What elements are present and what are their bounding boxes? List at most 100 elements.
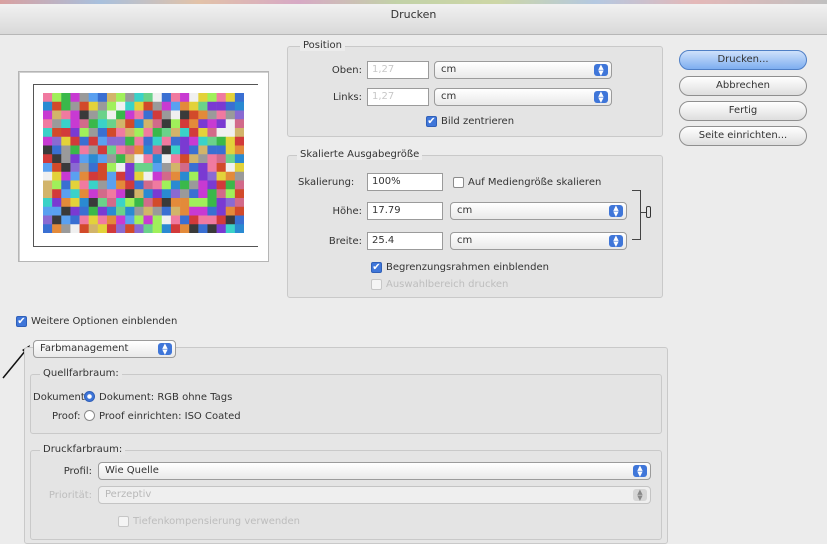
color-patch [88, 101, 99, 111]
color-patch [152, 180, 163, 190]
color-patch [134, 145, 144, 155]
color-patch [143, 215, 153, 225]
color-patch [216, 154, 227, 164]
color-patch [234, 198, 244, 208]
color-patch [143, 119, 153, 129]
print-selection-checkbox[interactable] [371, 279, 382, 290]
print-button[interactable]: Drucken... [679, 50, 807, 70]
height-unit-select[interactable]: cm ▲ ▼ [450, 202, 627, 220]
color-patch [234, 180, 244, 190]
color-patch [79, 136, 89, 146]
color-patch [198, 136, 208, 146]
color-patch [52, 128, 62, 138]
center-image-checkbox[interactable]: ✔ [426, 116, 437, 127]
color-patch [198, 154, 208, 164]
color-patch [97, 136, 108, 146]
color-patch [88, 198, 99, 208]
color-patch [189, 136, 199, 146]
left-input[interactable]: 1,27 [367, 88, 429, 106]
page-setup-button[interactable]: Seite einrichten... [679, 126, 807, 146]
proof-radio[interactable] [84, 410, 95, 421]
color-patch [216, 93, 227, 103]
color-patch [43, 119, 53, 129]
color-patch [161, 128, 172, 138]
color-patch [216, 110, 227, 120]
color-patch [207, 171, 217, 181]
color-patch [225, 171, 236, 181]
color-patch [61, 110, 71, 120]
color-patch [198, 224, 208, 233]
profile-select[interactable]: Wie Quelle ▲ ▼ [98, 462, 651, 480]
color-patch [43, 136, 53, 146]
color-patch [189, 224, 199, 233]
color-patch [106, 119, 117, 129]
color-patch [207, 145, 217, 155]
color-patch [207, 180, 217, 190]
color-patch [161, 145, 172, 155]
color-patch [70, 206, 80, 216]
priority-select[interactable]: Perzeptiv ▲ ▼ [98, 486, 651, 504]
color-patch [52, 180, 62, 190]
color-patch [52, 224, 62, 233]
color-patch [143, 206, 153, 216]
fit-media-checkbox[interactable] [453, 177, 464, 188]
mode-select[interactable]: Farbmanagement ▲ ▼ [33, 340, 176, 358]
color-patch [106, 189, 117, 199]
top-unit-select[interactable]: cm ▲ ▼ [434, 61, 612, 79]
color-patch [170, 206, 181, 216]
scale-input[interactable]: 100% [367, 173, 443, 191]
document-label: Dokument: [33, 392, 89, 403]
color-patch [79, 206, 89, 216]
width-unit-select[interactable]: cm ▲ ▼ [450, 232, 627, 250]
color-patch [225, 189, 236, 199]
color-patch [225, 145, 236, 155]
color-patch [207, 101, 217, 111]
color-patch [161, 101, 172, 111]
color-patch [225, 136, 236, 146]
color-patch [216, 198, 227, 208]
color-patch [52, 198, 62, 208]
color-patch [198, 93, 208, 103]
color-patch [79, 224, 89, 233]
cancel-button[interactable]: Abbrechen [679, 76, 807, 96]
color-patch [161, 93, 172, 103]
color-patch [70, 215, 80, 225]
popup-arrows-icon: ▲ ▼ [594, 91, 608, 104]
color-patch [61, 206, 71, 216]
color-patch [125, 198, 135, 208]
width-input[interactable]: 25.4 [367, 232, 443, 250]
color-patch [43, 145, 53, 155]
color-patch [225, 224, 236, 233]
color-patch [180, 206, 190, 216]
color-patch [216, 145, 227, 155]
color-patch [198, 145, 208, 155]
color-patch [152, 110, 163, 120]
color-patch [106, 101, 117, 111]
color-patch [198, 101, 208, 111]
left-unit-select[interactable]: cm ▲ ▼ [434, 88, 612, 106]
done-button[interactable]: Fertig [679, 101, 807, 121]
color-patch [161, 189, 172, 199]
color-patch [116, 93, 126, 103]
fit-media-label: Auf Mediengröße skalieren [468, 177, 602, 188]
height-input[interactable]: 17.79 [367, 202, 443, 220]
color-patch [225, 119, 236, 129]
color-patch [143, 163, 153, 173]
color-patch [70, 145, 80, 155]
more-options-checkbox[interactable]: ✔ [16, 316, 27, 327]
bounding-box-checkbox[interactable]: ✔ [371, 262, 382, 273]
color-patch [61, 171, 71, 181]
link-chain-icon[interactable] [646, 206, 651, 218]
color-patch [125, 154, 135, 164]
color-patch [134, 180, 144, 190]
color-patch [88, 119, 99, 129]
color-patch [106, 171, 117, 181]
top-input[interactable]: 1,27 [367, 61, 429, 79]
color-patch [225, 215, 236, 225]
color-patch [170, 101, 181, 111]
color-patch [116, 110, 126, 120]
color-patch [43, 154, 53, 164]
document-radio[interactable] [84, 391, 95, 402]
bpc-checkbox[interactable] [118, 516, 129, 527]
more-options-label: Weitere Optionen einblenden [31, 316, 178, 327]
